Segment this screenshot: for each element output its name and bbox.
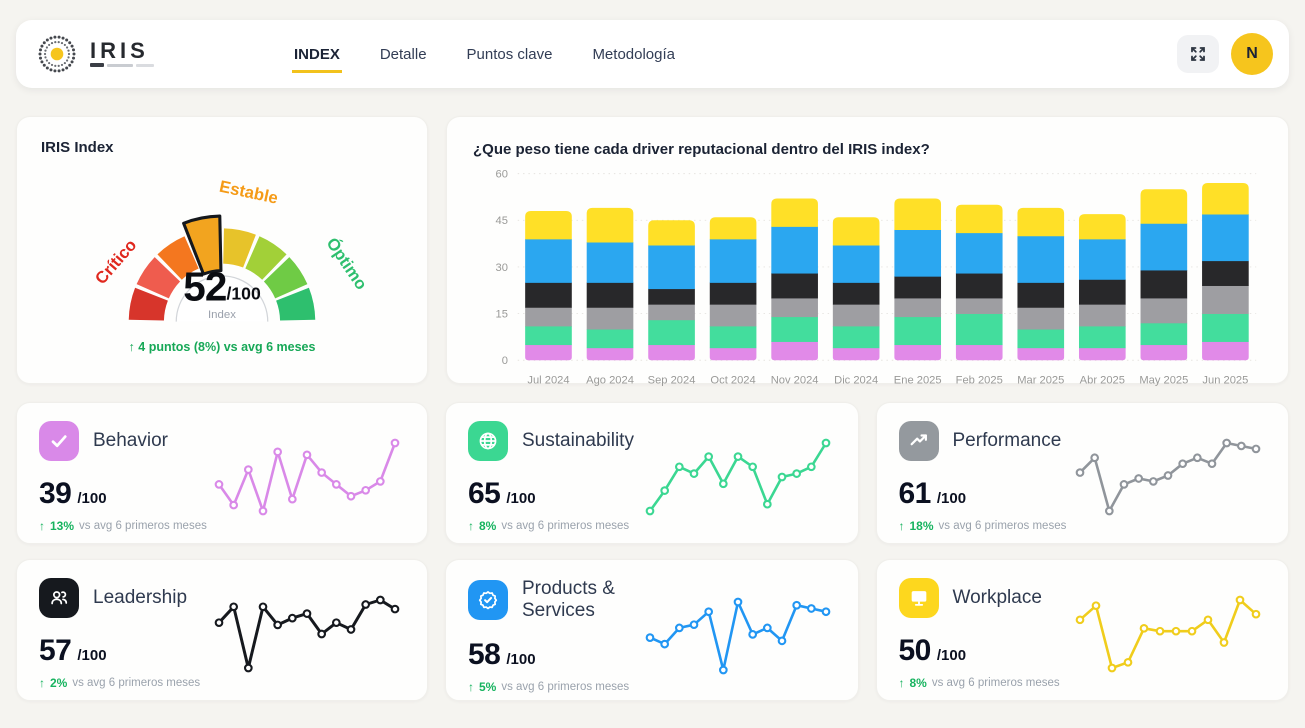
svg-text:15: 15 bbox=[496, 308, 508, 320]
svg-text:Ene 2025: Ene 2025 bbox=[894, 375, 942, 387]
iris-index-gauge-chart: 52/100Index Crítico Estable Óptimo bbox=[46, 158, 398, 338]
kpi-title: Workplace bbox=[953, 587, 1042, 609]
globe-icon bbox=[468, 421, 508, 461]
svg-text:Index: Index bbox=[208, 309, 236, 321]
svg-text:Nov 2024: Nov 2024 bbox=[771, 375, 819, 387]
kpi-trend-note: vs avg 6 primeros meses bbox=[939, 520, 1067, 532]
kpi-value: 50 bbox=[899, 634, 931, 668]
svg-text:Feb 2025: Feb 2025 bbox=[956, 375, 1003, 387]
iris-logo-icon bbox=[34, 31, 80, 77]
people-icon bbox=[39, 578, 79, 618]
leadership-sparkline bbox=[209, 578, 405, 690]
svg-text:Estable: Estable bbox=[218, 177, 280, 208]
kpi-title: Sustainability bbox=[522, 430, 634, 452]
tab-index[interactable]: INDEX bbox=[292, 38, 342, 73]
kpi-denominator: /100 bbox=[77, 490, 106, 507]
svg-text:Mar 2025: Mar 2025 bbox=[1017, 375, 1064, 387]
svg-text:Óptimo: Óptimo bbox=[323, 234, 371, 293]
nav-tabs: INDEX Detalle Puntos clave Metodología bbox=[292, 20, 677, 88]
svg-text:Dic 2024: Dic 2024 bbox=[834, 375, 878, 387]
svg-text:52/100: 52/100 bbox=[183, 264, 261, 310]
kpi-denominator: /100 bbox=[77, 647, 106, 664]
kpi-denominator: /100 bbox=[506, 651, 535, 668]
dashboard-page: IRIS INDEX Detalle Puntos clave Metodolo… bbox=[0, 0, 1305, 728]
kpi-card-leadership: Leadership 57 /100 ↑ 2% vs avg 6 primero… bbox=[16, 559, 428, 701]
kpi-title: Products & Services bbox=[522, 578, 640, 622]
trend-up-arrow-icon: ↑ bbox=[468, 680, 474, 694]
brand-name: IRIS bbox=[90, 41, 154, 61]
kpi-trend-pct: 8% bbox=[479, 519, 496, 533]
kpi-trend-note: vs avg 6 primeros meses bbox=[501, 520, 629, 532]
svg-text:30: 30 bbox=[496, 262, 508, 274]
kpi-card-performance: Performance 61 /100 ↑ 18% vs avg 6 prime… bbox=[876, 402, 1290, 544]
drivers-bar-chart-card: ¿Que peso tiene cada driver reputacional… bbox=[446, 116, 1289, 384]
svg-text:Ago 2024: Ago 2024 bbox=[586, 375, 634, 387]
workplace-sparkline bbox=[1070, 578, 1266, 690]
trend-up-arrow-icon: ↑ bbox=[899, 519, 905, 533]
tab-detalle[interactable]: Detalle bbox=[378, 38, 429, 73]
iris-index-gauge-card: IRIS Index 52/100Index Crítico Estable Ópti… bbox=[16, 116, 428, 384]
tab-puntos-clave[interactable]: Puntos clave bbox=[465, 38, 555, 73]
kpi-trend-note: vs avg 6 primeros meses bbox=[501, 681, 629, 693]
trend-up-arrow-icon: ↑ bbox=[39, 676, 45, 690]
svg-text:Crítico: Crítico bbox=[91, 236, 140, 288]
svg-text:May 2025: May 2025 bbox=[1139, 375, 1188, 387]
kpi-card-sustainability: Sustainability 65 /100 ↑ 8% vs avg 6 pri… bbox=[445, 402, 859, 544]
gauge-card-title: IRIS Index bbox=[41, 139, 403, 156]
user-avatar[interactable]: N bbox=[1231, 33, 1273, 75]
tab-metodologia[interactable]: Metodología bbox=[590, 38, 677, 73]
kpi-trend-pct: 2% bbox=[50, 676, 67, 690]
kpi-value: 61 bbox=[899, 477, 931, 511]
monitor-icon bbox=[899, 578, 939, 618]
trend-up-arrow-icon: ↑ bbox=[899, 676, 905, 690]
sustainability-sparkline bbox=[640, 421, 836, 533]
kpi-trend-note: vs avg 6 primeros meses bbox=[72, 677, 200, 689]
behavior-sparkline bbox=[209, 421, 405, 533]
svg-text:60: 60 bbox=[496, 169, 508, 181]
kpi-card-behavior: Behavior 39 /100 ↑ 13% vs avg 6 primeros… bbox=[16, 402, 428, 544]
svg-text:Sep 2024: Sep 2024 bbox=[648, 375, 696, 387]
performance-sparkline bbox=[1070, 421, 1266, 533]
kpi-title: Leadership bbox=[93, 587, 187, 609]
kpi-trend-note: vs avg 6 primeros meses bbox=[932, 677, 1060, 689]
kpi-value: 58 bbox=[468, 638, 500, 672]
kpi-trend-note: vs avg 6 primeros meses bbox=[79, 520, 207, 532]
kpi-value: 65 bbox=[468, 477, 500, 511]
expand-icon bbox=[1190, 46, 1206, 62]
products-services-sparkline bbox=[640, 578, 836, 694]
trend-up-arrow-icon: ↑ bbox=[39, 519, 45, 533]
trend-up-arrow-icon: ↑ bbox=[129, 340, 135, 354]
kpi-card-products-services: Products & Services 58 /100 ↑ 5% vs avg … bbox=[445, 559, 859, 701]
check-icon bbox=[39, 421, 79, 461]
logo-subtext-decor bbox=[90, 63, 154, 67]
kpi-trend-pct: 5% bbox=[479, 680, 496, 694]
kpi-card-workplace: Workplace 50 /100 ↑ 8% vs avg 6 primeros… bbox=[876, 559, 1290, 701]
iris-logo: IRIS bbox=[34, 31, 256, 77]
kpi-trend-pct: 8% bbox=[910, 676, 927, 690]
svg-text:0: 0 bbox=[502, 355, 508, 367]
bar-chart-title: ¿Que peso tiene cada driver reputacional… bbox=[473, 141, 1262, 158]
svg-text:Jun 2025: Jun 2025 bbox=[1202, 375, 1248, 387]
badge-check-icon bbox=[468, 580, 508, 620]
kpi-denominator: /100 bbox=[937, 490, 966, 507]
gauge-trend-text: 4 puntos (8%) vs avg 6 meses bbox=[138, 340, 315, 354]
svg-text:Oct 2024: Oct 2024 bbox=[710, 375, 755, 387]
trend-up-arrow-icon: ↑ bbox=[468, 519, 474, 533]
kpi-trend-pct: 18% bbox=[910, 519, 934, 533]
kpi-title: Performance bbox=[953, 430, 1062, 452]
kpi-denominator: /100 bbox=[937, 647, 966, 664]
fullscreen-button[interactable] bbox=[1177, 35, 1219, 73]
svg-text:45: 45 bbox=[496, 215, 508, 227]
trend-up-icon bbox=[899, 421, 939, 461]
kpi-trend-pct: 13% bbox=[50, 519, 74, 533]
gauge-trend: ↑ 4 puntos (8%) vs avg 6 meses bbox=[41, 340, 403, 354]
top-header: IRIS INDEX Detalle Puntos clave Metodolo… bbox=[16, 20, 1289, 88]
svg-text:Abr 2025: Abr 2025 bbox=[1080, 375, 1125, 387]
kpi-denominator: /100 bbox=[506, 490, 535, 507]
drivers-stacked-bar-chart: 0 15 30 45 60 Jul 2024 Ago 2024 Sep 2024 Oct 202… bbox=[473, 162, 1262, 393]
kpi-value: 39 bbox=[39, 477, 71, 511]
kpi-value: 57 bbox=[39, 634, 71, 668]
kpi-title: Behavior bbox=[93, 430, 168, 452]
svg-text:Jul 2024: Jul 2024 bbox=[527, 375, 569, 387]
